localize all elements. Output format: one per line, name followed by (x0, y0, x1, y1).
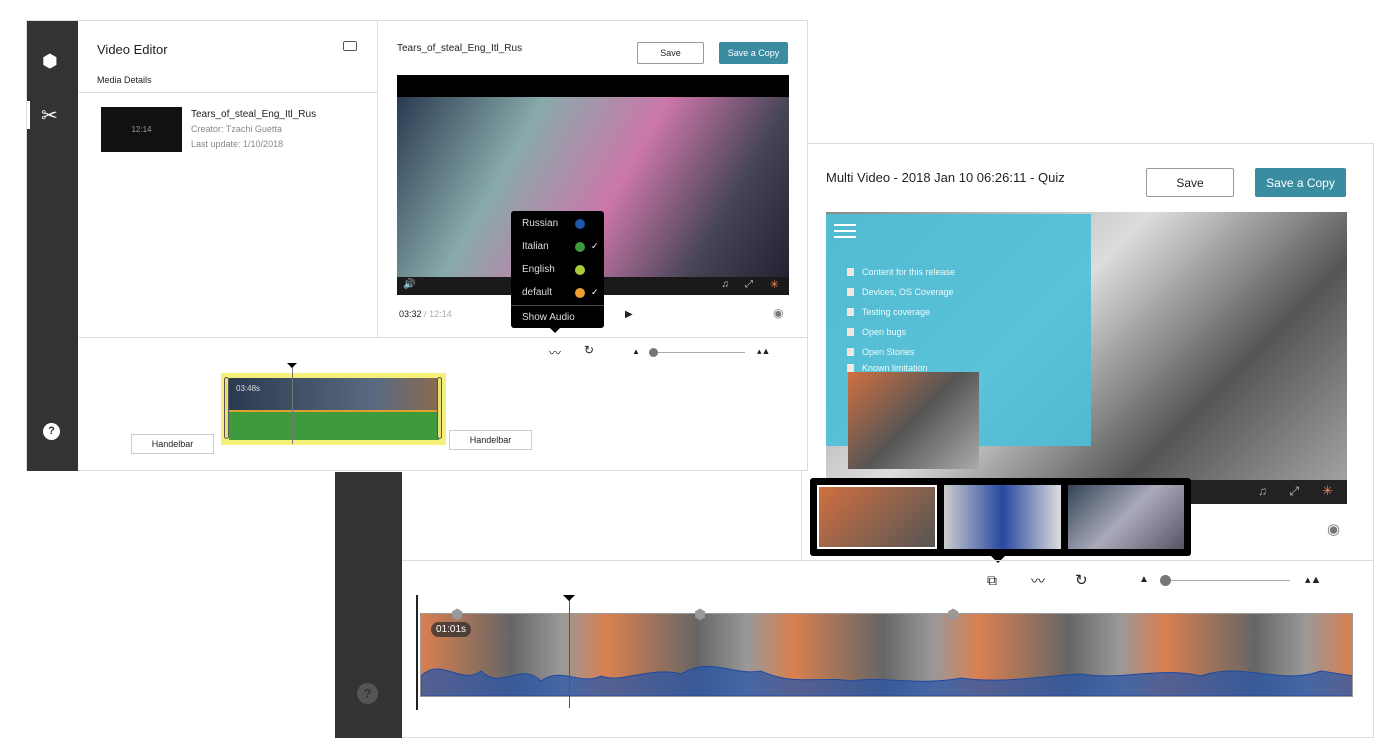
front-window: ⬢ ✂ ? Video Editor Media Details 12:14 T… (26, 20, 808, 471)
zoom-out-icon[interactable]: ▲ (1139, 574, 1149, 585)
handlebar-right-label: Handelbar (449, 430, 532, 450)
back-save-copy-button[interactable]: Save a Copy (1255, 168, 1346, 197)
multi-video-icon[interactable]: ⧉ (987, 572, 997, 589)
trim-handle-right[interactable] (437, 377, 442, 439)
help-icon[interactable]: ? (43, 423, 60, 440)
front-timeline[interactable]: 03:48s (229, 378, 439, 440)
logo-icon: ✳ (1322, 483, 1333, 498)
fullscreen-icon[interactable]: ⤢ (745, 279, 753, 290)
panel-toggle-icon[interactable] (343, 41, 357, 51)
audio-option-italian[interactable]: Italian ✓ (511, 235, 604, 258)
toc-item[interactable]: Open Stories (847, 342, 1083, 362)
volume-icon[interactable]: 🔊 (403, 279, 415, 290)
playhead[interactable] (569, 598, 570, 708)
fullscreen-icon[interactable]: ⤢ (1289, 484, 1299, 499)
pip-video[interactable] (848, 372, 979, 469)
zoom-slider[interactable] (649, 348, 745, 357)
zoom-in-icon[interactable]: ▴▲ (757, 346, 770, 357)
waveform-icon[interactable]: 〰 (1031, 571, 1045, 591)
duration-badge: 12:14 (131, 125, 152, 134)
eye-icon[interactable]: ◉ (773, 306, 783, 320)
hamburger-icon[interactable] (834, 224, 856, 238)
section-label: Media Details (97, 75, 152, 85)
clip-time-badge: 01:01s (431, 622, 472, 637)
clip-time-badge: 03:48s (236, 384, 261, 393)
refresh-icon[interactable]: ↻ (1075, 571, 1088, 589)
toc-item[interactable]: Testing coverage (847, 302, 1083, 322)
video-thumbnail[interactable] (944, 485, 1061, 549)
back-sidebar: ? (335, 472, 402, 738)
play-icon[interactable]: ▶ (625, 309, 633, 320)
back-save-button[interactable]: Save (1146, 168, 1234, 197)
back-video[interactable]: Content for this release Devices, OS Cov… (826, 212, 1347, 504)
page-title: Video Editor (97, 42, 168, 57)
logo-icon: ✳ (769, 279, 779, 291)
show-audio-button[interactable]: Show Audio (511, 306, 604, 329)
scissors-icon[interactable]: ✂ (41, 103, 58, 128)
zoom-slider[interactable] (1160, 575, 1290, 586)
video-thumbnail[interactable] (1067, 485, 1184, 549)
music-icon[interactable]: ♫ (722, 279, 730, 290)
media-creator: Creator: Tzachi Guetta (191, 124, 282, 134)
cue-point-icon[interactable]: ⬢ (451, 606, 463, 623)
refresh-icon[interactable]: ↻ (584, 343, 594, 357)
audio-track-menu: Russian Italian ✓ English default ✓ Show A… (511, 211, 604, 328)
waveform-icon[interactable]: 〰 (549, 344, 561, 361)
cube-icon[interactable]: ⬢ (42, 51, 58, 72)
cue-point-icon[interactable]: ⬢ (947, 606, 959, 623)
audio-option-default[interactable]: default ✓ (511, 281, 604, 304)
cue-point-icon[interactable]: ⬢ (694, 606, 706, 623)
zoom-out-icon[interactable]: ▲ (632, 347, 640, 356)
toc-item[interactable]: Open bugs (847, 322, 1083, 342)
toc-item[interactable]: Devices, OS Coverage (847, 282, 1083, 302)
toc-item[interactable]: Content for this release (847, 262, 1083, 282)
save-copy-button[interactable]: Save a Copy (719, 42, 788, 64)
front-sidebar: ⬢ ✂ ? (27, 21, 78, 471)
help-icon[interactable]: ? (357, 683, 378, 704)
handlebar-left-label: Handelbar (131, 434, 214, 454)
media-name: Tears_of_steal_Eng_Itl_Rus (191, 109, 317, 120)
audio-option-english[interactable]: English (511, 258, 604, 281)
audio-option-russian[interactable]: Russian (511, 212, 604, 235)
eye-icon[interactable]: ◉ (1327, 520, 1340, 538)
time-display: 03:32 / 12:14 (399, 309, 452, 319)
media-thumbnail[interactable]: 12:14 (101, 107, 182, 152)
save-button[interactable]: Save (637, 42, 704, 64)
back-timeline[interactable]: 01:01s (420, 613, 1353, 697)
back-title: Multi Video - 2018 Jan 10 06:26:11 - Qui… (826, 170, 1065, 185)
playhead[interactable] (292, 366, 293, 444)
player-title: Tears_of_steal_Eng_Itl_Rus (397, 43, 523, 54)
thumbnail-strip (810, 478, 1191, 556)
video-thumbnail[interactable] (817, 485, 938, 549)
music-icon[interactable]: ♫ (1258, 484, 1267, 498)
audio-waveform (421, 665, 1352, 696)
media-updated: Last update: 1/10/2018 (191, 139, 284, 149)
trim-handle-left[interactable] (224, 377, 229, 439)
zoom-in-icon[interactable]: ▴▲ (1305, 573, 1321, 586)
